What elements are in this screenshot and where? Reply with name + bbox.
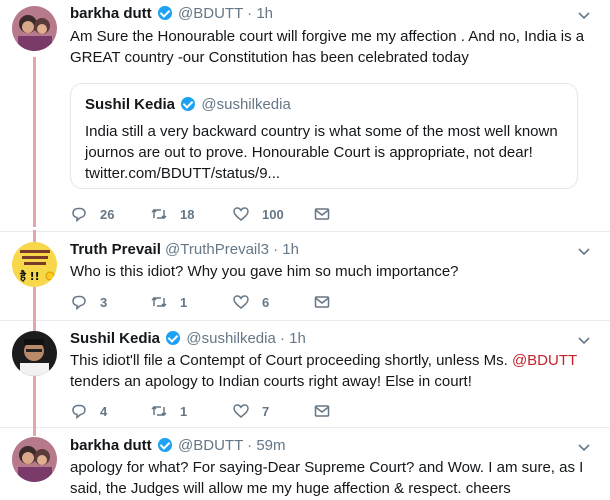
reply-icon bbox=[72, 404, 86, 420]
tweet-text-start: This idiot'll file a Contempt of Court p… bbox=[70, 352, 508, 369]
timestamp[interactable]: 1h bbox=[289, 330, 306, 347]
envelope-icon bbox=[314, 296, 330, 308]
timestamp[interactable]: 1h bbox=[282, 241, 299, 258]
direct-message-button[interactable] bbox=[313, 401, 331, 421]
thread-line bbox=[33, 426, 36, 436]
reply-icon bbox=[72, 295, 86, 311]
like-count: 100 bbox=[262, 206, 284, 222]
timestamp[interactable]: 1h bbox=[256, 5, 273, 22]
author-handle[interactable]: @BDUTT bbox=[178, 437, 243, 454]
tweet-sushil-kedia[interactable]: Sushil Kedia @sushilkedia · 1h This idio… bbox=[0, 319, 610, 426]
thread-line bbox=[33, 57, 36, 227]
avatar[interactable]: है !! bbox=[12, 242, 57, 287]
tweet-truth-prevail[interactable]: है !! Truth Prevail @TruthPrevail3 · 1h … bbox=[0, 230, 610, 320]
tweet-text: apology for what? For saying-Dear Suprem… bbox=[70, 459, 584, 497]
author-handle[interactable]: @BDUTT bbox=[178, 5, 243, 22]
like-count: 7 bbox=[262, 403, 270, 419]
tweet-text: Who is this idiot? Why you gave him so m… bbox=[70, 263, 459, 280]
quoted-tweet[interactable]: Sushil Kedia @sushilkedia India still a … bbox=[70, 83, 578, 189]
chevron-down-icon[interactable] bbox=[578, 246, 590, 258]
envelope-icon bbox=[314, 208, 330, 220]
separator-dot: · bbox=[247, 437, 253, 454]
verified-icon bbox=[166, 331, 181, 345]
quoted-header: Sushil Kedia @sushilkedia bbox=[85, 96, 291, 113]
tweet-text-end: tenders an apology to Indian courts righ… bbox=[70, 373, 472, 390]
tweet-barkha-2[interactable]: barkha dutt @BDUTT · 59m apology for wha… bbox=[0, 426, 610, 500]
retweet-count: 1 bbox=[180, 294, 188, 310]
tweet-header: barkha dutt @BDUTT · 59m bbox=[70, 437, 286, 454]
retweet-icon bbox=[151, 405, 167, 417]
separator-dot: · bbox=[273, 241, 279, 258]
author-handle[interactable]: @TruthPrevail3 bbox=[165, 241, 269, 258]
timestamp[interactable]: 59m bbox=[256, 437, 285, 454]
separator-dot: · bbox=[247, 5, 253, 22]
direct-message-button[interactable] bbox=[313, 204, 331, 224]
reply-count: 4 bbox=[100, 403, 108, 419]
like-count: 6 bbox=[262, 294, 270, 310]
author-name[interactable]: Truth Prevail bbox=[70, 241, 161, 258]
heart-icon bbox=[233, 207, 249, 221]
verified-icon bbox=[157, 6, 172, 20]
avatar[interactable] bbox=[12, 331, 57, 376]
tweet-barkha-1[interactable]: barkha dutt @BDUTT · 1h Am Sure the Hono… bbox=[0, 0, 610, 230]
tweet-text: This idiot'll file a Contempt of Court p… bbox=[70, 350, 590, 392]
author-name[interactable]: barkha dutt bbox=[70, 437, 152, 454]
verified-icon bbox=[157, 438, 172, 452]
envelope-icon bbox=[314, 405, 330, 417]
quoted-author-name: Sushil Kedia bbox=[85, 96, 176, 113]
verified-icon bbox=[181, 97, 196, 111]
tweet-header: Truth Prevail @TruthPrevail3 · 1h bbox=[70, 241, 299, 258]
tweet-header: Sushil Kedia @sushilkedia · 1h bbox=[70, 330, 306, 347]
like-button[interactable]: 100 bbox=[232, 204, 284, 224]
avatar[interactable] bbox=[12, 437, 57, 482]
quoted-text: India still a very backward country is w… bbox=[85, 123, 558, 182]
reply-button[interactable]: 4 bbox=[70, 401, 107, 421]
retweet-button[interactable]: 18 bbox=[150, 204, 194, 224]
tweet-text: Am Sure the Honourable court will forgiv… bbox=[70, 28, 585, 66]
retweet-icon bbox=[151, 208, 167, 220]
like-button[interactable]: 7 bbox=[232, 401, 269, 421]
retweet-icon bbox=[151, 296, 167, 308]
reply-button[interactable]: 3 bbox=[70, 292, 107, 312]
retweet-count: 18 bbox=[180, 206, 195, 222]
chevron-down-icon[interactable] bbox=[578, 10, 590, 22]
heart-icon bbox=[233, 404, 249, 418]
tweet-header: barkha dutt @BDUTT · 1h bbox=[70, 5, 273, 22]
reply-count: 26 bbox=[100, 206, 115, 222]
retweet-button[interactable]: 1 bbox=[150, 292, 187, 312]
chevron-down-icon[interactable] bbox=[578, 335, 590, 347]
heart-icon bbox=[233, 295, 249, 309]
chevron-down-icon[interactable] bbox=[578, 442, 590, 454]
author-name[interactable]: barkha dutt bbox=[70, 5, 152, 22]
avatar[interactable] bbox=[12, 6, 57, 51]
reply-button[interactable]: 26 bbox=[70, 204, 114, 224]
avatar-caption: है !! bbox=[19, 269, 40, 283]
like-button[interactable]: 6 bbox=[232, 292, 269, 312]
quoted-author-handle: @sushilkedia bbox=[201, 96, 291, 113]
reply-count: 3 bbox=[100, 294, 108, 310]
mention-link[interactable]: @BDUTT bbox=[512, 352, 577, 369]
separator-dot: · bbox=[279, 330, 285, 347]
author-handle[interactable]: @sushilkedia bbox=[186, 330, 275, 347]
reply-icon bbox=[72, 207, 86, 223]
author-name[interactable]: Sushil Kedia bbox=[70, 330, 160, 347]
retweet-button[interactable]: 1 bbox=[150, 401, 187, 421]
direct-message-button[interactable] bbox=[313, 292, 331, 312]
retweet-count: 1 bbox=[180, 403, 188, 419]
